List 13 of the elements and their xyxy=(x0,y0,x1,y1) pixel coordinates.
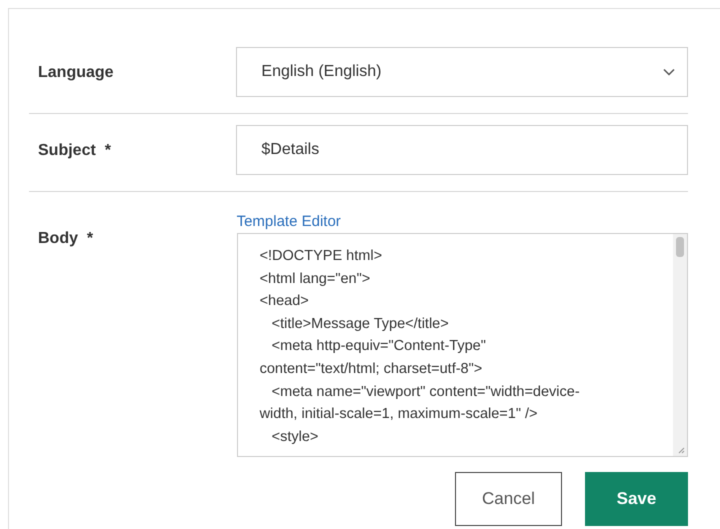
scrollbar[interactable] xyxy=(673,234,687,456)
language-select[interactable]: English (English) xyxy=(236,47,688,97)
body-field[interactable] xyxy=(236,233,688,457)
template-editor-link[interactable]: Template Editor xyxy=(236,213,341,230)
chevron-down-icon xyxy=(663,68,675,76)
save-button[interactable]: Save xyxy=(585,472,688,526)
field-label: Language xyxy=(37,63,115,83)
cancel-button[interactable]: Cancel xyxy=(455,472,562,526)
field-label: Body * xyxy=(37,229,94,249)
resize-grip-icon[interactable] xyxy=(677,446,685,454)
code-text: <!DOCTYPE html> <html lang="en"> <head> <title>Message Type</title> <meta http-equiv="Content-Type" content="text/html; charset=utf-8"> <meta name="viewport" content="width=device- width, initial-scale=1, maximum-scale=1" /> <style> xyxy=(260,247,581,447)
subject-field[interactable]: $Details xyxy=(236,125,688,175)
field-label: Subject * xyxy=(37,141,112,161)
